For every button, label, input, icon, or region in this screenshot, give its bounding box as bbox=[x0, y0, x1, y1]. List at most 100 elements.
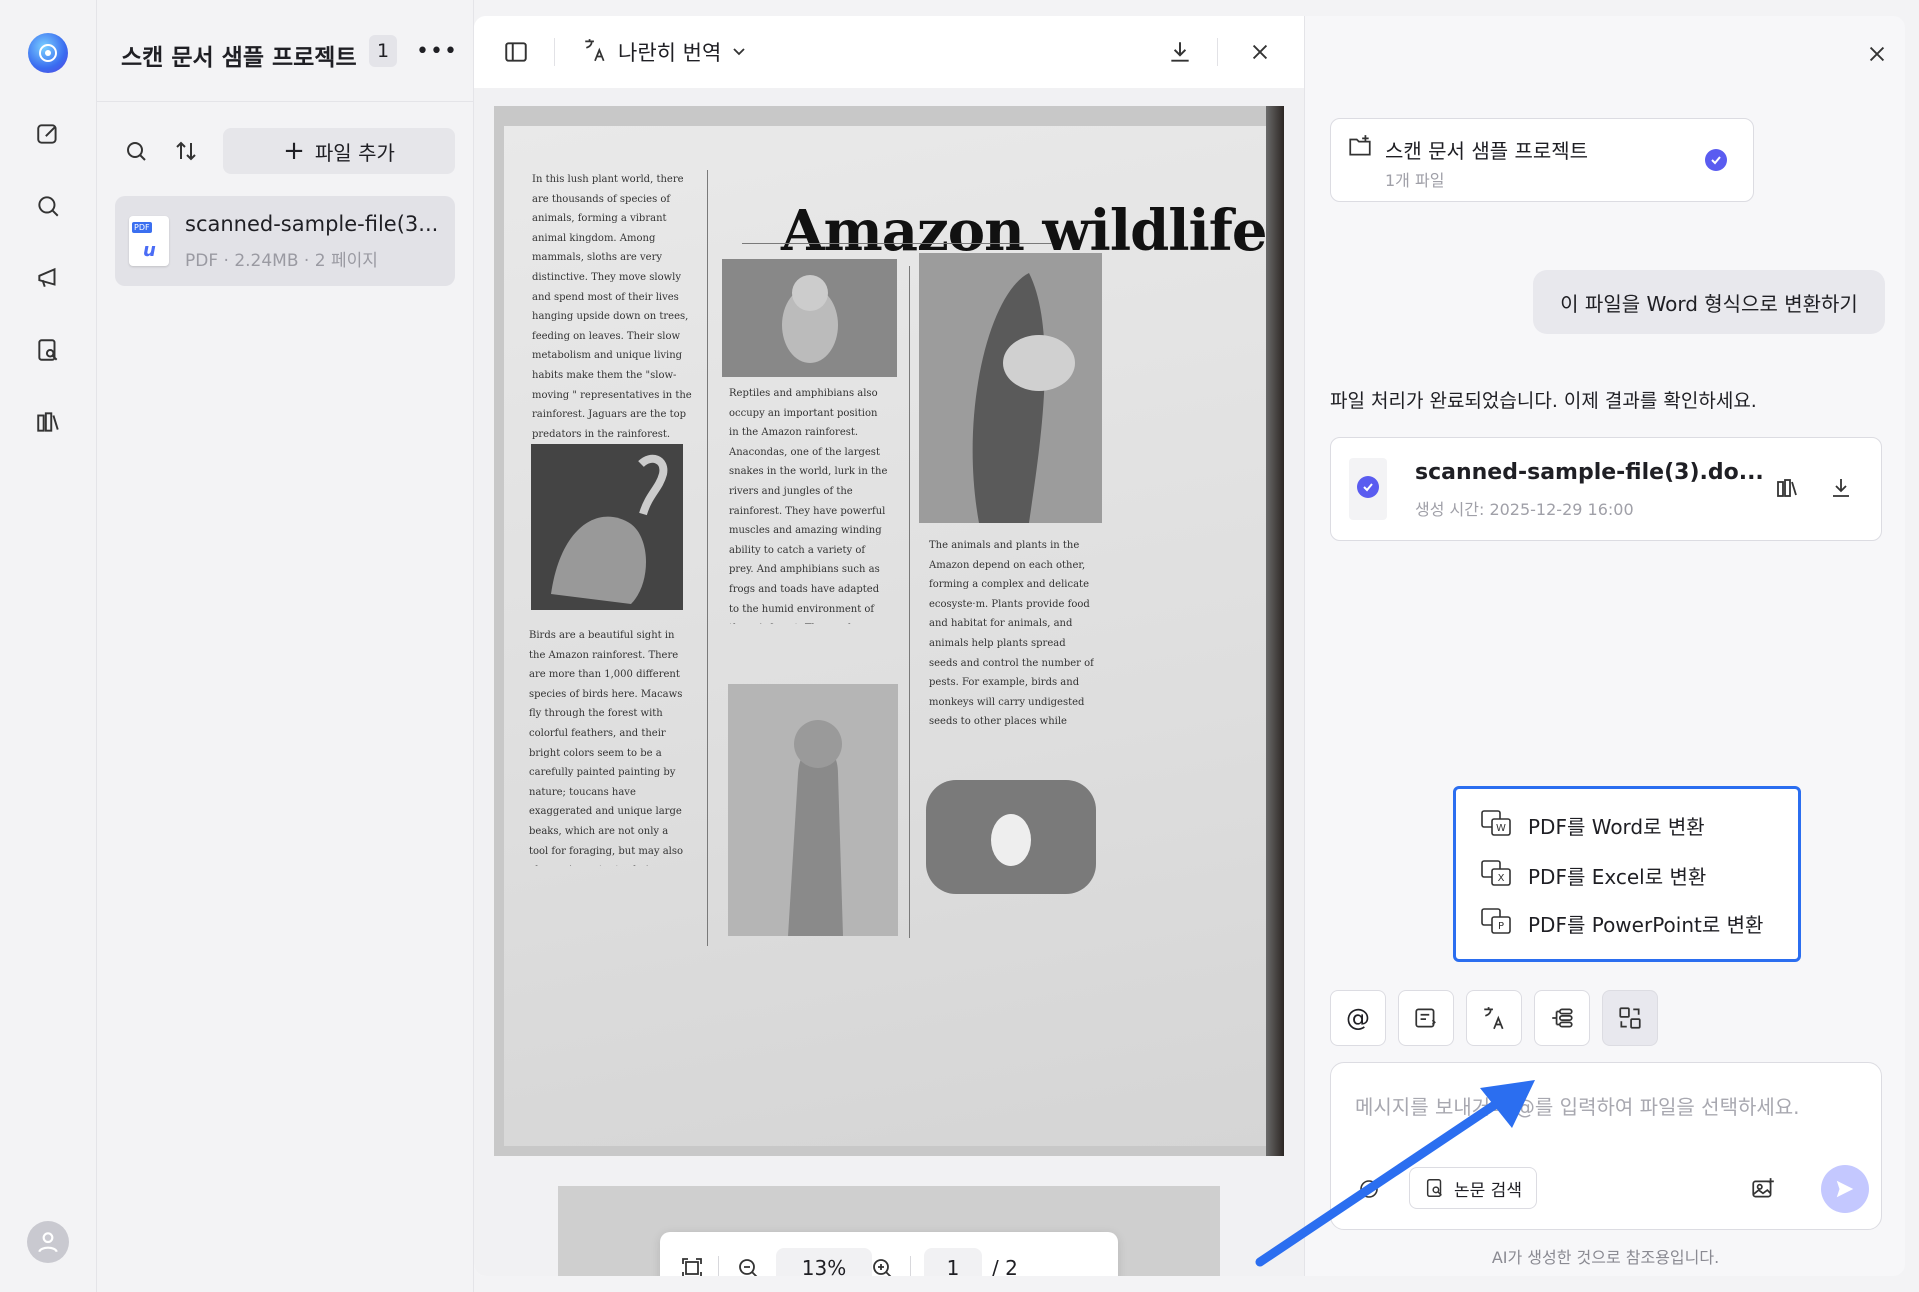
paper-search-icon bbox=[1426, 1179, 1442, 1197]
ai-disclaimer: AI가 생성한 것으로 참조용입니다. bbox=[1491, 1248, 1720, 1267]
convert-to-excel[interactable]: X PDF를 Excel로 변환 bbox=[1480, 855, 1706, 895]
library-icon[interactable] bbox=[32, 406, 64, 438]
download-icon[interactable] bbox=[1825, 472, 1857, 504]
pdf-page: In this lush plant world, there are thou… bbox=[494, 106, 1284, 1156]
article-column-3: The animals and plants in the Amazon dep… bbox=[929, 540, 1094, 726]
ai-message: 파일 처리가 완료되었습니다. 이제 결과를 확인하세요. bbox=[1330, 390, 1757, 412]
chevron-down-icon bbox=[731, 40, 747, 64]
paper-search-button[interactable]: 논문 검색 bbox=[1409, 1167, 1537, 1209]
library-icon[interactable] bbox=[1771, 472, 1803, 504]
user-message: 이 파일을 Word 형식으로 변환하기 bbox=[1533, 270, 1885, 334]
article-column-1: In this lush plant world, there are thou… bbox=[532, 174, 692, 440]
convert-to-powerpoint[interactable]: P PDF를 PowerPoint로 변환 bbox=[1480, 903, 1763, 943]
app-logo[interactable] bbox=[28, 33, 68, 73]
chat-input[interactable]: 메시지를 보내거나 @를 입력하여 파일을 선택하세요. bbox=[1355, 1091, 1800, 1120]
convert-to-word-label: PDF를 Word로 변환 bbox=[1528, 814, 1705, 839]
flamingo-photo bbox=[531, 444, 683, 610]
project-card[interactable]: 스캔 문서 샘플 프로젝트 1개 파일 bbox=[1330, 118, 1754, 202]
file-panel: 스캔 문서 샘플 프로젝트 1 ••• + 파일 추가 PDF u scanne… bbox=[97, 0, 474, 1292]
zoom-level[interactable]: 13% bbox=[776, 1248, 872, 1276]
file-count-badge: 1 bbox=[369, 35, 397, 67]
scanned-paper: In this lush plant world, there are thou… bbox=[504, 126, 1274, 1146]
result-file-time: 생성 시간: 2025-12-29 16:00 bbox=[1415, 500, 1634, 519]
project-name: 스캔 문서 샘플 프로젝트 bbox=[1385, 139, 1589, 163]
pdf-viewer: 나란히 번역 In this lush plant world, there a… bbox=[474, 16, 1304, 1276]
svg-text:W: W bbox=[1496, 823, 1506, 834]
at-icon: @ bbox=[1346, 1004, 1370, 1032]
convert-button[interactable] bbox=[1602, 990, 1658, 1046]
summary-button[interactable] bbox=[1398, 990, 1454, 1046]
user-avatar[interactable] bbox=[27, 1221, 69, 1263]
check-icon bbox=[1357, 476, 1379, 498]
file-panel-toolbar: + 파일 추가 bbox=[97, 128, 474, 174]
summary-icon bbox=[1415, 1008, 1436, 1028]
convert-to-powerpoint-label: PDF를 PowerPoint로 변환 bbox=[1528, 912, 1764, 937]
giraffe-photo bbox=[728, 684, 898, 936]
attach-icon[interactable] bbox=[1349, 1169, 1389, 1209]
send-button[interactable] bbox=[1821, 1165, 1869, 1213]
translate-icon bbox=[582, 37, 608, 68]
viewer-toolbar: 나란히 번역 bbox=[474, 16, 1304, 88]
paper-search-label: 논문 검색 bbox=[1454, 1180, 1522, 1201]
frog-photo bbox=[919, 253, 1102, 523]
folder-icon bbox=[1347, 133, 1373, 163]
doc-search-icon[interactable] bbox=[32, 334, 64, 366]
barn-owl-photo bbox=[926, 780, 1096, 894]
image-upload-icon[interactable] bbox=[1743, 1169, 1783, 1209]
close-icon[interactable] bbox=[1244, 36, 1276, 68]
search-icon[interactable] bbox=[119, 134, 153, 168]
article-column-2: Reptiles and amphibians also occupy an i… bbox=[729, 388, 888, 624]
zoom-out-icon[interactable] bbox=[732, 1252, 764, 1276]
page-number-input[interactable]: 1 bbox=[924, 1248, 982, 1276]
check-icon bbox=[1705, 149, 1727, 171]
word-convert-icon: W bbox=[1480, 809, 1512, 842]
page-total: / 2 bbox=[992, 1256, 1018, 1276]
mindmap-icon bbox=[1552, 1008, 1573, 1028]
file-meta: PDF · 2.24MB · 2 페이지 bbox=[185, 251, 378, 271]
pdf-file-icon: PDF u bbox=[129, 216, 169, 266]
zoom-in-icon[interactable] bbox=[866, 1252, 898, 1276]
more-icon[interactable]: ••• bbox=[416, 36, 457, 66]
mindmap-button[interactable] bbox=[1534, 990, 1590, 1046]
result-file-name: scanned-sample-file(3).do... bbox=[1415, 460, 1764, 485]
translate-mode-dropdown[interactable]: 나란히 번역 bbox=[582, 36, 747, 68]
close-icon[interactable] bbox=[1861, 38, 1893, 70]
svg-text:P: P bbox=[1498, 921, 1504, 932]
excel-convert-icon: X bbox=[1480, 859, 1512, 892]
megaphone-icon[interactable] bbox=[32, 262, 64, 294]
file-name: scanned-sample-file(3... bbox=[185, 212, 439, 236]
convert-icon bbox=[1619, 1007, 1641, 1029]
search-icon[interactable] bbox=[32, 190, 64, 222]
article-column-1b: Birds are a beautiful sight in the Amazo… bbox=[529, 630, 684, 866]
add-file-label: 파일 추가 bbox=[314, 140, 395, 165]
document-canvas: In this lush plant world, there are thou… bbox=[474, 88, 1304, 1276]
scan-edge bbox=[1266, 106, 1284, 1156]
left-rail bbox=[0, 0, 97, 1292]
translate-button[interactable] bbox=[1466, 990, 1522, 1046]
powerpoint-convert-icon: P bbox=[1480, 907, 1512, 940]
download-icon[interactable] bbox=[1164, 36, 1196, 68]
column-rule-2 bbox=[909, 266, 910, 938]
title-rule bbox=[742, 243, 1052, 244]
convert-menu: W PDF를 Word로 변환 X PDF를 Excel로 변환 P PDF를 … bbox=[1453, 786, 1801, 962]
translate-mode-label: 나란히 번역 bbox=[618, 41, 722, 65]
convert-to-word[interactable]: W PDF를 Word로 변환 bbox=[1480, 805, 1705, 845]
sidebar-toggle-icon[interactable] bbox=[500, 36, 532, 68]
file-list-item[interactable]: PDF u scanned-sample-file(3... PDF · 2.2… bbox=[115, 196, 455, 286]
chat-input-box[interactable]: 메시지를 보내거나 @를 입력하여 파일을 선택하세요. 논문 검색 bbox=[1330, 1062, 1882, 1230]
send-icon bbox=[1836, 1180, 1854, 1198]
plus-icon: + bbox=[283, 136, 305, 166]
convert-to-excel-label: PDF를 Excel로 변환 bbox=[1528, 864, 1707, 889]
zoom-toolbar: 13% 1 / 2 bbox=[660, 1232, 1118, 1276]
project-title: 스캔 문서 샘플 프로젝트 bbox=[121, 45, 357, 71]
column-rule bbox=[707, 170, 708, 946]
add-file-button[interactable]: + 파일 추가 bbox=[223, 128, 455, 174]
ai-chat-panel: 스캔 문서 샘플 프로젝트 1개 파일 이 파일을 Word 형식으로 변환하기… bbox=[1304, 16, 1905, 1276]
result-file-card[interactable]: scanned-sample-file(3).do... 생성 시간: 2025… bbox=[1330, 437, 1882, 541]
at-mention-button[interactable]: @ bbox=[1330, 990, 1386, 1046]
sort-icon[interactable] bbox=[169, 134, 203, 168]
file-panel-header: 스캔 문서 샘플 프로젝트 1 ••• bbox=[97, 0, 474, 102]
fit-page-icon[interactable] bbox=[676, 1252, 708, 1276]
owl-photo bbox=[722, 259, 897, 377]
edit-icon[interactable] bbox=[32, 118, 64, 150]
